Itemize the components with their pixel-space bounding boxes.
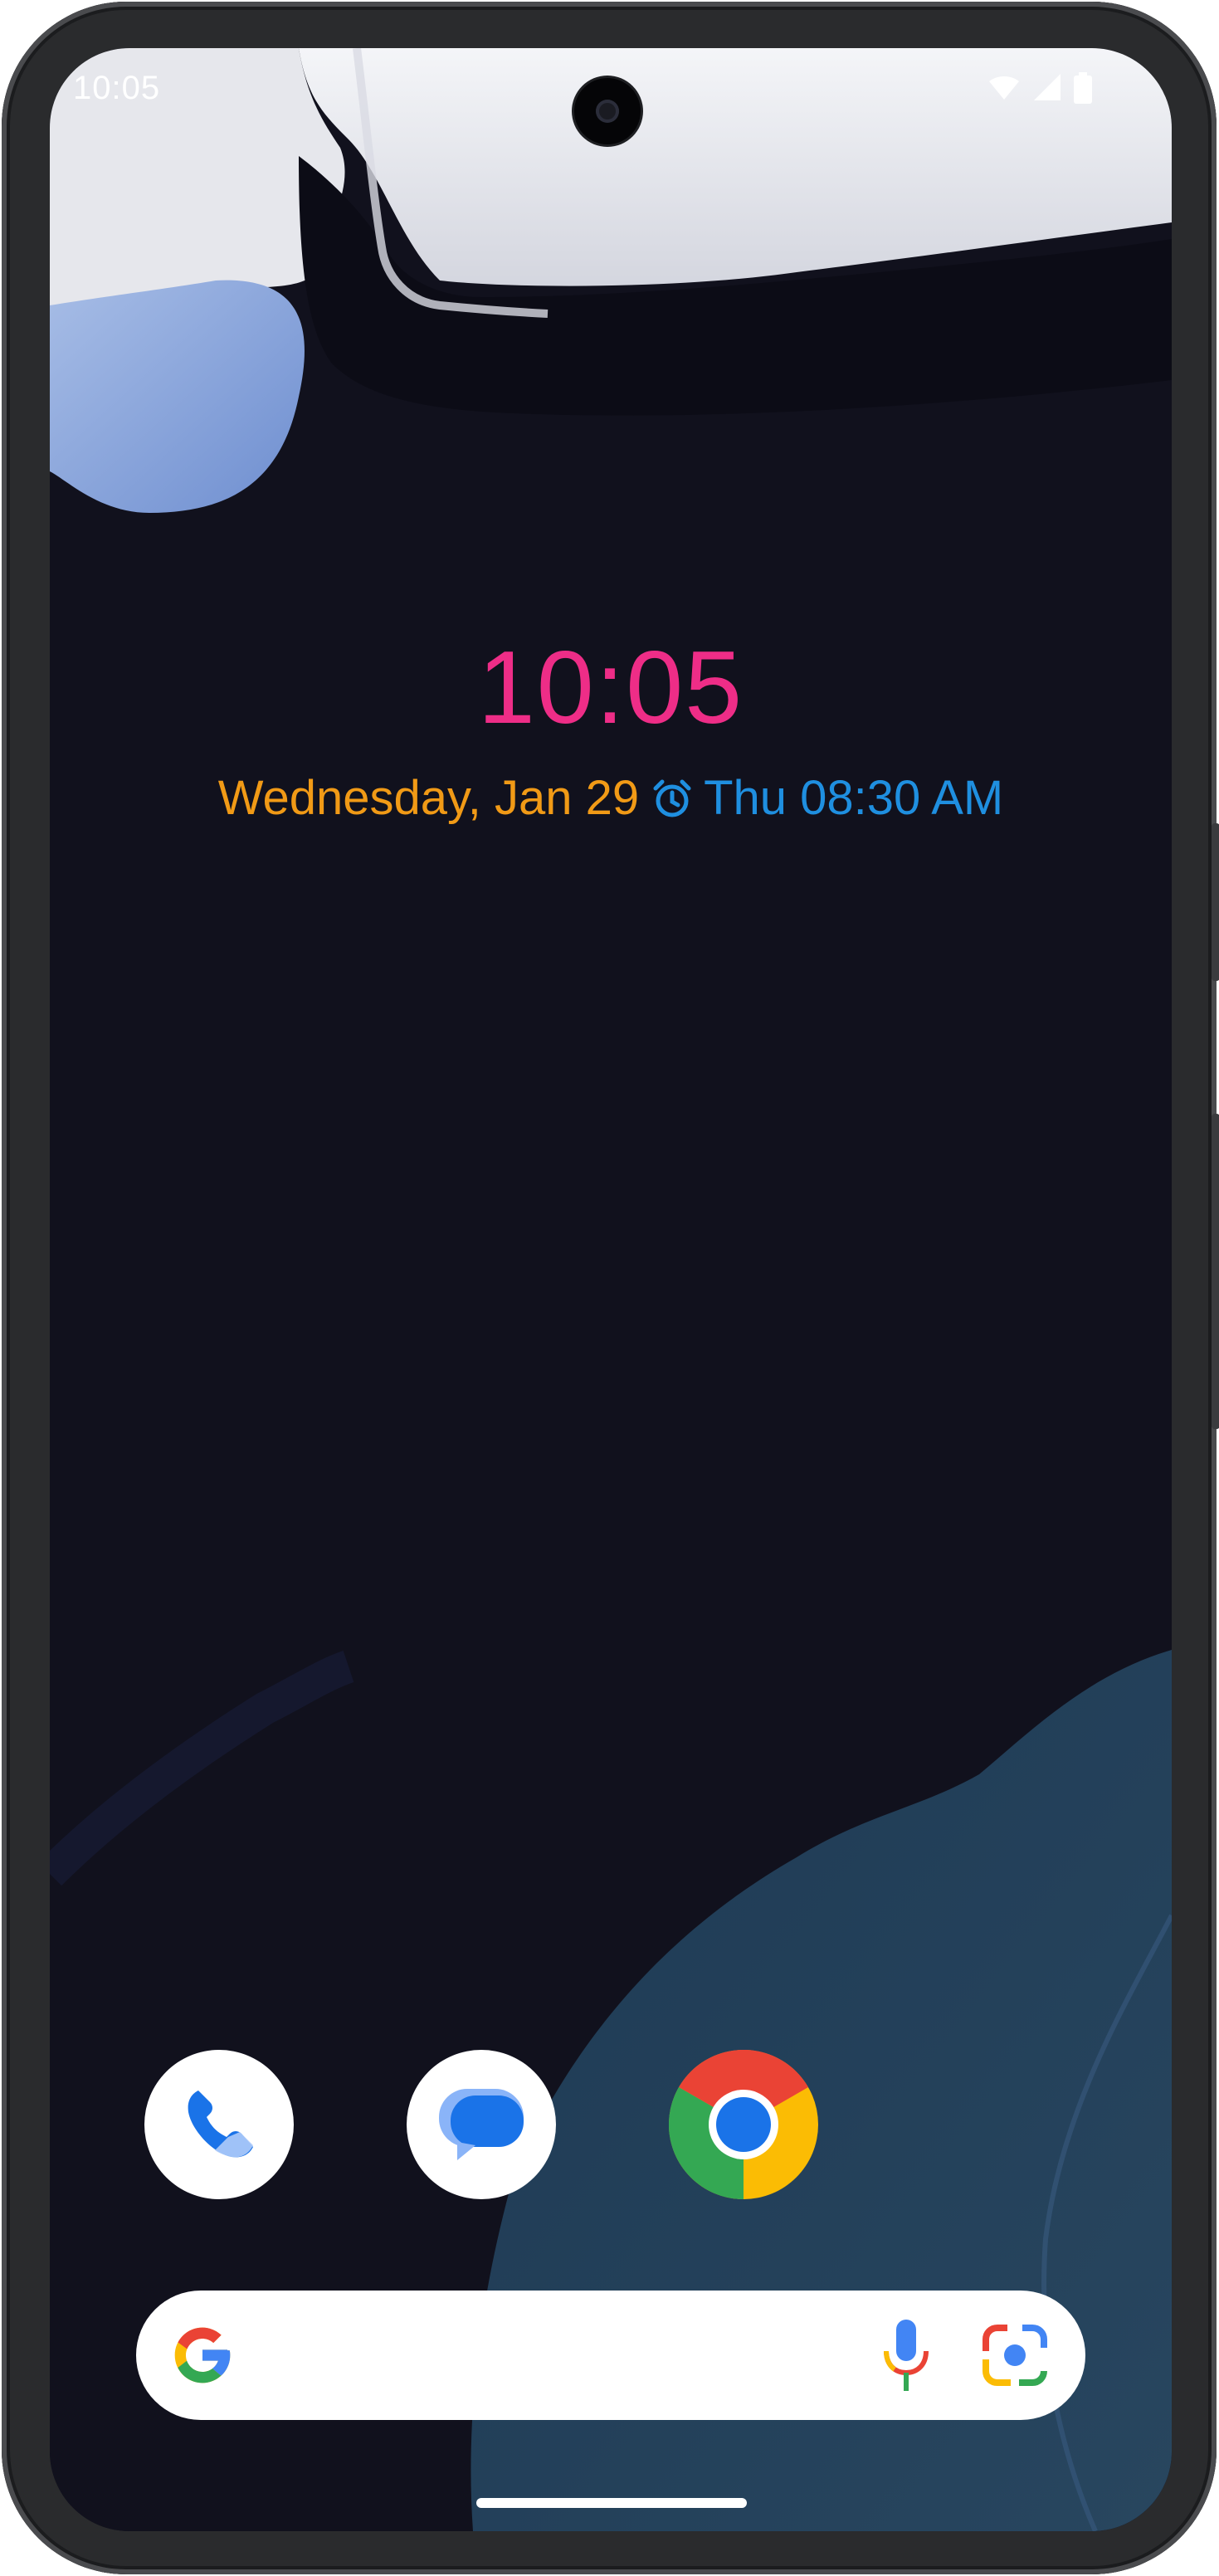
battery-icon: [1074, 72, 1092, 104]
date-alarm-line: Wednesday, Jan 29 Thu 08:30 AM: [50, 770, 1172, 826]
google-g-icon[interactable]: [169, 2322, 236, 2388]
phone-frame: 10:05 10:05 Wednesday, Jan 29 Thu 08:30 …: [2, 2, 1219, 2574]
phone-app-icon[interactable]: [144, 2050, 294, 2199]
front-camera: [574, 78, 641, 144]
next-alarm[interactable]: Thu 08:30 AM: [651, 770, 1003, 826]
messages-app-icon[interactable]: [407, 2050, 556, 2199]
status-time: 10:05: [73, 69, 161, 106]
google-lens-icon[interactable]: [978, 2318, 1052, 2393]
status-icons: [987, 72, 1092, 104]
date-text[interactable]: Wednesday, Jan 29: [218, 770, 639, 826]
wifi-icon: [989, 76, 1019, 100]
cell-signal-icon: [1034, 74, 1061, 100]
home-screen: 10:05 10:05 Wednesday, Jan 29 Thu 08:30 …: [50, 48, 1172, 2531]
gesture-nav-handle[interactable]: [476, 2498, 747, 2508]
volume-button: [1212, 1114, 1219, 1429]
clock-time[interactable]: 10:05: [50, 629, 1172, 747]
google-search-bar[interactable]: [136, 2291, 1085, 2420]
alarm-text: Thu 08:30 AM: [704, 771, 1004, 825]
power-button: [1212, 823, 1219, 981]
alarm-clock-icon: [653, 779, 691, 817]
microphone-icon[interactable]: [881, 2318, 931, 2393]
chrome-app-icon[interactable]: [669, 2050, 818, 2199]
